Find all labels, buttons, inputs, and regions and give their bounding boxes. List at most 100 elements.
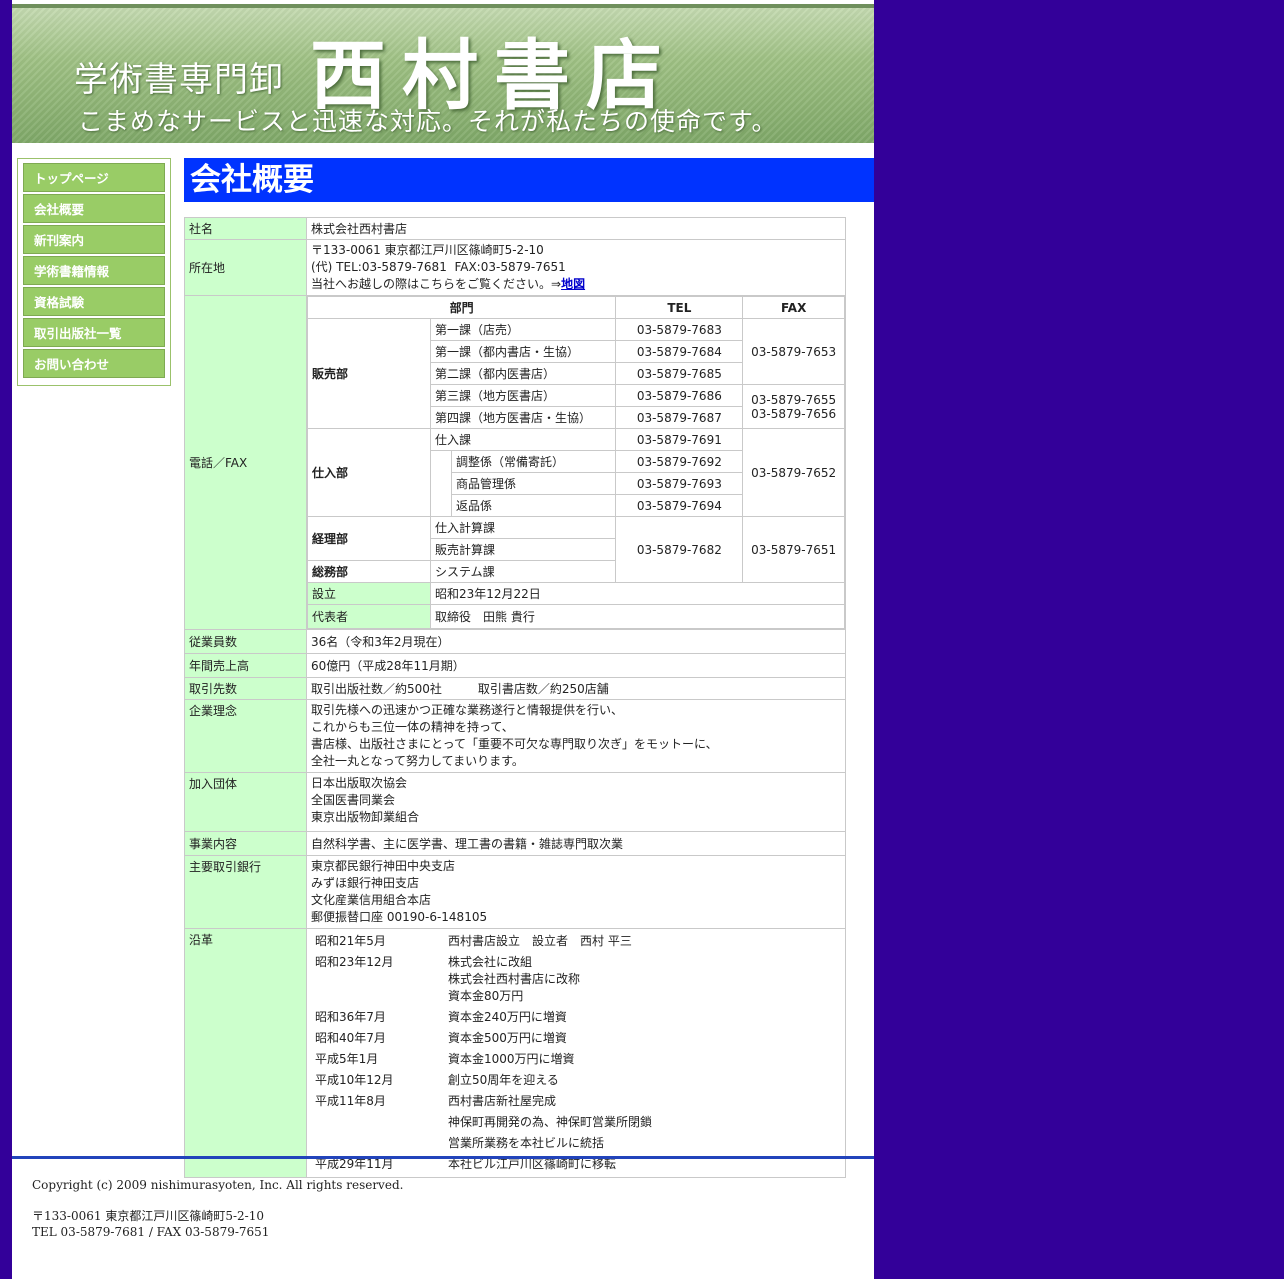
- footer-copyright: Copyright (c) 2009 nishimurasyoten, Inc.…: [32, 1178, 404, 1192]
- history-date: [311, 1133, 444, 1154]
- history-event-line: 株式会社西村書店に改称: [448, 972, 581, 986]
- philosophy-value: 取引先様への迅速かつ正確な業務遂行と情報提供を行い、 これからも三位一体の精神を…: [306, 699, 846, 773]
- sales-fax: 03-5879-7653: [742, 318, 845, 385]
- philosophy-line: 全社一丸となって努力してまいります。: [311, 754, 524, 768]
- sales-section: 第一課（店売）: [429, 318, 617, 341]
- accounting-section: 仕入計算課: [429, 516, 617, 539]
- association-line: 全国医書同業会: [311, 793, 396, 807]
- address-phone-line: (代) TEL:03-5879-7681 FAX:03-5879-7651: [311, 260, 566, 274]
- page-title: 会社概要: [184, 158, 874, 202]
- footer-divider: [12, 1156, 874, 1159]
- footer-address: 〒133-0061 東京都江戸川区篠崎町5-2-10: [32, 1209, 264, 1223]
- nav-item-publishers[interactable]: 取引出版社一覧: [23, 318, 165, 347]
- history-date: 平成11年8月: [315, 1094, 386, 1108]
- history-event-line: 株式会社に改組: [448, 955, 533, 969]
- header-tagline: こまめなサービスと迅速な対応。それが私たちの使命です。: [78, 107, 778, 136]
- company-name-value: 株式会社西村書店: [306, 217, 846, 240]
- history-date: 昭和21年5月: [315, 934, 386, 948]
- history-date: 昭和36年7月: [315, 1010, 386, 1024]
- side-navigation: トップページ 会社概要 新刊案内 学術書籍情報 資格試験 取引出版社一覧 お問い…: [17, 158, 171, 386]
- bank-line: 郵便振替口座 00190-6-148105: [311, 910, 488, 924]
- address-value: 〒133-0061 東京都江戸川区篠崎町5-2-10 (代) TEL:03-58…: [306, 239, 846, 296]
- association-label: 加入団体: [184, 772, 307, 832]
- banks-value: 東京都民銀行神田中央支店 みずほ銀行神田支店 文化産業信用組合本店 郵便振替口座…: [306, 855, 846, 929]
- map-link[interactable]: 地図: [561, 277, 585, 291]
- history-event: 西村書店設立 設立者 西村 平三: [448, 934, 632, 948]
- business-value: 自然科学書、主に医学書、理工書の書籍・雑誌専門取次業: [306, 831, 846, 856]
- history-event: 神保町再開発の為、神保町営業所閉鎖: [448, 1115, 653, 1129]
- sales-tel: 03-5879-7686: [615, 384, 744, 407]
- map-note: 当社へお越しの際はこちらをご覧ください。⇒: [311, 277, 562, 291]
- history-date: 平成5年1月: [315, 1052, 379, 1066]
- history-date: 昭和23年12月: [315, 955, 394, 969]
- history-event: 西村書店新社屋完成: [448, 1094, 557, 1108]
- footer-phone: TEL 03-5879-7681 / FAX 03-5879-7651: [32, 1225, 270, 1239]
- nav-item-new-releases[interactable]: 新刊案内: [23, 225, 165, 254]
- footer: Copyright (c) 2009 nishimurasyoten, Inc.…: [32, 1177, 403, 1240]
- sales-fax-regional-1: 03-5879-7655: [751, 392, 837, 407]
- phone-fax-table: 部門 TEL FAX 販売部 第一課（店売） 03-5879-7683 03-5…: [306, 296, 845, 629]
- history-event: 創立50周年を迎える: [448, 1073, 559, 1087]
- partners-label: 取引先数: [184, 677, 307, 700]
- nav-item-company[interactable]: 会社概要: [23, 194, 165, 223]
- nav-item-top[interactable]: トップページ: [23, 163, 165, 192]
- founded-label: 設立: [307, 582, 431, 605]
- page: 学術書専門卸 西村書店 こまめなサービスと迅速な対応。それが私たちの使命です。 …: [12, 0, 874, 1279]
- nav-item-contact[interactable]: お問い合わせ: [23, 349, 165, 378]
- purchase-indent: [430, 450, 452, 517]
- sales-dept: 販売部: [307, 318, 431, 429]
- employees-label: 従業員数: [184, 629, 307, 654]
- purchase-sub-section: 返品係: [450, 494, 617, 517]
- representative-label: 代表者: [307, 604, 431, 629]
- bank-line: 東京都民銀行神田中央支店: [311, 859, 456, 873]
- bank-line: みずほ銀行神田支店: [311, 876, 420, 890]
- sales-section: 第二課（都内医書店）: [429, 362, 617, 385]
- history-label: 沿革: [184, 928, 307, 1178]
- association-line: 東京出版物卸業組合: [311, 810, 420, 824]
- sales-section: 第四課（地方医書店・生協）: [429, 406, 617, 429]
- representative-value: 取締役 田熊 貴行: [430, 604, 845, 629]
- sales-tel: 03-5879-7687: [615, 406, 744, 429]
- company-info-table: 社名 株式会社西村書店 所在地 〒133-0061 東京都江戸川区篠崎町5-2-…: [184, 217, 846, 1178]
- nav-item-academic-books[interactable]: 学術書籍情報: [23, 256, 165, 285]
- history-event: 資本金240万円に増資: [448, 1010, 567, 1024]
- phone-fax-label: 電話／FAX: [184, 295, 307, 630]
- purchase-section: 仕入課: [429, 428, 617, 451]
- employees-value: 36名（令和3年2月現在）: [306, 629, 846, 654]
- accounting-tel: 03-5879-7682: [615, 516, 744, 583]
- history-event: 資本金500万円に増資: [448, 1031, 567, 1045]
- address-map-line: 当社へお越しの際はこちらをご覧ください。⇒地図: [311, 276, 841, 293]
- purchase-fax: 03-5879-7652: [742, 428, 845, 517]
- address-label: 所在地: [184, 239, 307, 296]
- sales-section: 第一課（都内書店・生協）: [429, 340, 617, 363]
- history-event: 営業所業務を本社ビルに統括: [448, 1136, 605, 1150]
- header-banner: 学術書専門卸 西村書店 こまめなサービスと迅速な対応。それが私たちの使命です。: [12, 4, 874, 143]
- history-event: 株式会社に改組株式会社西村書店に改称 資本金80万円: [444, 952, 656, 1007]
- accounting-section: 販売計算課: [429, 538, 617, 561]
- association-line: 日本出版取次協会: [311, 776, 408, 790]
- header-department: 部門: [306, 296, 617, 319]
- sales-fax-regional: 03-5879-7655 03-5879-7656: [742, 384, 845, 429]
- sales-tel: 03-5879-7684: [615, 340, 744, 363]
- phone-fax-value: 部門 TEL FAX 販売部 第一課（店売） 03-5879-7683 03-5…: [306, 295, 846, 630]
- purchase-tel: 03-5879-7691: [615, 428, 744, 451]
- address-line: 〒133-0061 東京都江戸川区篠崎町5-2-10: [311, 243, 544, 257]
- company-name-label: 社名: [184, 217, 307, 240]
- general-dept: 総務部: [307, 560, 431, 583]
- history-value: 昭和21年5月 西村書店設立 設立者 西村 平三 昭和23年12月 株式会社に改組株…: [306, 928, 846, 1178]
- sales-tel: 03-5879-7683: [615, 318, 744, 341]
- header-subtitle: 学術書専門卸: [74, 60, 284, 100]
- bank-line: 文化産業信用組合本店: [311, 893, 432, 907]
- header-tel: TEL: [615, 296, 744, 319]
- banner-top-line: [12, 4, 874, 8]
- sales-tel: 03-5879-7685: [615, 362, 744, 385]
- history-date: 平成10年12月: [315, 1073, 394, 1087]
- annual-sales-value: 60億円（平成28年11月期）: [306, 653, 846, 678]
- partners-value: 取引出版社数／約500社 取引書店数／約250店舗: [306, 677, 846, 700]
- nav-item-qualification[interactable]: 資格試験: [23, 287, 165, 316]
- history-event-line: 資本金80万円: [448, 989, 524, 1003]
- business-label: 事業内容: [184, 831, 307, 856]
- history-date: [311, 1112, 444, 1133]
- purchase-dept: 仕入部: [307, 428, 431, 517]
- philosophy-line: 書店様、出版社さまにとって「重要不可欠な専門取り次ぎ」をモットーに、: [311, 737, 718, 751]
